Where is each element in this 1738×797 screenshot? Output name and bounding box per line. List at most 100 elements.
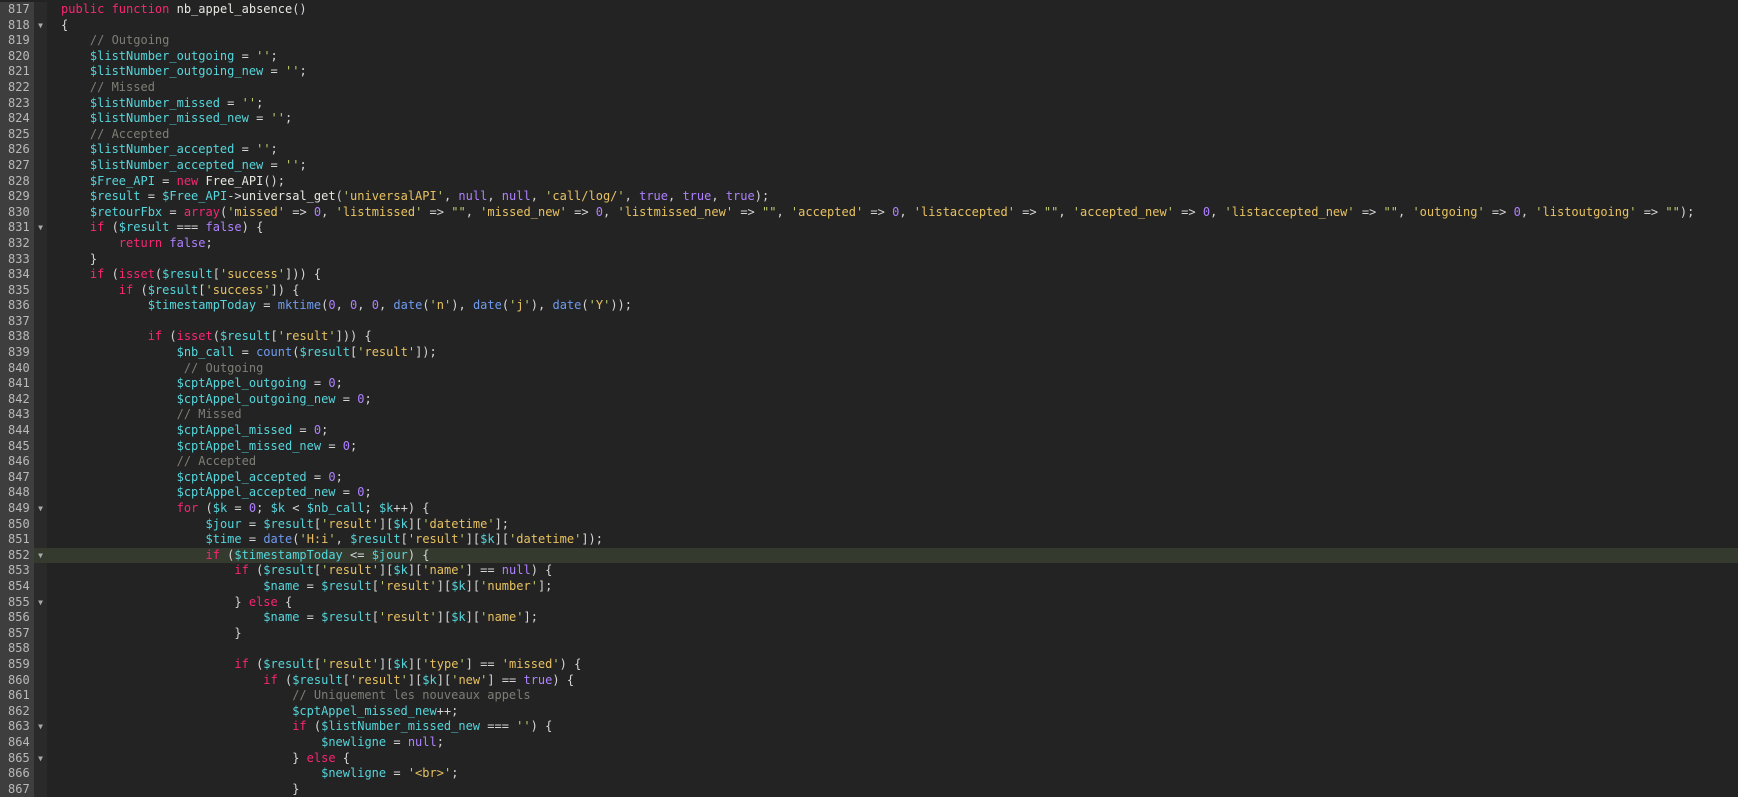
code-line[interactable]: $listNumber_outgoing_new = ''; bbox=[47, 64, 1738, 80]
code-line[interactable]: $cptAppel_missed_new++; bbox=[47, 704, 1738, 720]
code-line[interactable]: // Accepted bbox=[47, 454, 1738, 470]
code-line[interactable]: // Outgoing bbox=[47, 361, 1738, 377]
editor-row: 845 $cptAppel_missed_new = 0; bbox=[0, 438, 1738, 455]
code-line[interactable]: $cptAppel_accepted_new = 0; bbox=[47, 485, 1738, 501]
editor-row: 864 $newligne = null; bbox=[0, 734, 1738, 751]
fold-margin bbox=[34, 313, 47, 330]
code-line[interactable]: $cptAppel_outgoing_new = 0; bbox=[47, 392, 1738, 408]
editor-row: 834 if (isset($result['success'])) { bbox=[0, 267, 1738, 283]
code-line[interactable]: } bbox=[47, 252, 1738, 268]
code-line[interactable]: $listNumber_accepted = ''; bbox=[47, 142, 1738, 158]
line-number: 834 bbox=[0, 267, 34, 283]
code-line[interactable]: $name = $result['result'][$k]['number']; bbox=[47, 579, 1738, 595]
code-line[interactable]: // Uniquement les nouveaux appels bbox=[47, 688, 1738, 704]
fold-margin bbox=[34, 703, 47, 720]
line-number: 820 bbox=[0, 48, 34, 65]
fold-margin bbox=[34, 438, 47, 455]
fold-arrow-icon[interactable]: ▼ bbox=[34, 594, 47, 611]
fold-arrow-icon[interactable]: ▼ bbox=[34, 220, 47, 236]
code-line[interactable]: $newligne = '<br>'; bbox=[47, 766, 1738, 782]
code-line[interactable]: $cptAppel_missed = 0; bbox=[47, 423, 1738, 439]
code-line[interactable]: $listNumber_missed = ''; bbox=[47, 96, 1738, 112]
code-line[interactable]: for ($k = 0; $k < $nb_call; $k++) { bbox=[47, 501, 1738, 517]
code-line[interactable]: if ($result['result'][$k]['name'] == nul… bbox=[47, 563, 1738, 579]
code-line[interactable]: if ($result === false) { bbox=[47, 220, 1738, 236]
code-line[interactable]: if ($result['success']) { bbox=[47, 283, 1738, 299]
line-number: 818 bbox=[0, 17, 34, 34]
editor-row: 865 ▼} else { bbox=[0, 750, 1738, 767]
code-line[interactable]: $name = $result['result'][$k]['name']; bbox=[47, 610, 1738, 626]
fold-margin bbox=[34, 454, 47, 470]
editor-row: 859 if ($result['result'][$k]['type'] == … bbox=[0, 656, 1738, 673]
code-line[interactable]: $result = $Free_API->universal_get('univ… bbox=[47, 189, 1738, 205]
fold-margin bbox=[34, 79, 47, 96]
editor-row: 851 $time = date('H:i', $result['result']… bbox=[0, 532, 1738, 548]
editor-row: 836 $timestampToday = mktime(0, 0, 0, dat… bbox=[0, 298, 1738, 314]
code-line[interactable]: // Missed bbox=[47, 80, 1738, 96]
line-number: 830 bbox=[0, 204, 34, 221]
fold-margin bbox=[34, 469, 47, 486]
code-line[interactable]: $retourFbx = array('missed' => 0, 'listm… bbox=[47, 205, 1738, 221]
code-line[interactable]: $time = date('H:i', $result['result'][$k… bbox=[47, 532, 1738, 548]
code-line[interactable]: $cptAppel_outgoing = 0; bbox=[47, 376, 1738, 392]
line-number: 858 bbox=[0, 641, 34, 657]
editor-row: 828 $Free_API = new Free_API(); bbox=[0, 173, 1738, 190]
editor-row: 857} bbox=[0, 625, 1738, 642]
line-number: 843 bbox=[0, 407, 34, 424]
code-line[interactable]: } else { bbox=[47, 595, 1738, 611]
fold-arrow-icon[interactable]: ▼ bbox=[34, 750, 47, 767]
fold-margin bbox=[34, 95, 47, 112]
code-line[interactable]: // Outgoing bbox=[47, 33, 1738, 49]
line-number: 836 bbox=[0, 298, 34, 314]
line-number: 866 bbox=[0, 766, 34, 782]
fold-arrow-icon[interactable]: ▼ bbox=[34, 547, 47, 564]
code-line[interactable]: $jour = $result['result'][$k]['datetime'… bbox=[47, 517, 1738, 533]
code-line[interactable]: if ($timestampToday <= $jour) { bbox=[47, 547, 1738, 564]
code-line[interactable]: $listNumber_outgoing = ''; bbox=[47, 49, 1738, 65]
line-number: 844 bbox=[0, 423, 34, 439]
code-line[interactable]: $listNumber_accepted_new = ''; bbox=[47, 158, 1738, 174]
fold-arrow-icon[interactable]: ▼ bbox=[34, 719, 47, 735]
code-line[interactable]: } else { bbox=[47, 751, 1738, 767]
code-line[interactable]: return false; bbox=[47, 236, 1738, 252]
line-number: 850 bbox=[0, 516, 34, 533]
editor-row: 827 $listNumber_accepted_new = ''; bbox=[0, 157, 1738, 174]
code-line[interactable]: $newligne = null; bbox=[47, 735, 1738, 751]
code-line[interactable]: if ($listNumber_missed_new === '') { bbox=[47, 719, 1738, 735]
line-number: 862 bbox=[0, 703, 34, 720]
line-number: 839 bbox=[0, 345, 34, 361]
code-line[interactable] bbox=[47, 314, 1738, 330]
code-line[interactable]: if ($result['result'][$k]['new'] == true… bbox=[47, 673, 1738, 689]
editor-row: 824 $listNumber_missed_new = ''; bbox=[0, 111, 1738, 127]
code-line[interactable]: $cptAppel_missed_new = 0; bbox=[47, 439, 1738, 455]
code-line[interactable]: public function nb_appel_absence() bbox=[47, 2, 1738, 18]
code-line[interactable]: $listNumber_missed_new = ''; bbox=[47, 111, 1738, 127]
code-editor[interactable]: 817 public function nb_appel_absence() 818… bbox=[0, 0, 1738, 797]
code-line[interactable]: if ($result['result'][$k]['type'] == 'mi… bbox=[47, 657, 1738, 673]
fold-margin bbox=[34, 391, 47, 408]
line-number: 841 bbox=[0, 376, 34, 392]
code-line[interactable]: $cptAppel_accepted = 0; bbox=[47, 470, 1738, 486]
editor-row: 850 $jour = $result['result'][$k]['dateti… bbox=[0, 516, 1738, 533]
fold-margin bbox=[34, 360, 47, 377]
code-line[interactable]: { bbox=[47, 18, 1738, 34]
line-number: 851 bbox=[0, 532, 34, 548]
fold-margin bbox=[34, 189, 47, 205]
fold-margin bbox=[34, 142, 47, 158]
code-line[interactable]: $timestampToday = mktime(0, 0, 0, date('… bbox=[47, 298, 1738, 314]
fold-margin bbox=[34, 734, 47, 751]
code-line[interactable]: // Missed bbox=[47, 407, 1738, 423]
line-number: 848 bbox=[0, 485, 34, 501]
editor-row: 825 // Accepted bbox=[0, 126, 1738, 143]
fold-arrow-icon[interactable]: ▼ bbox=[34, 17, 47, 34]
code-line[interactable]: if (isset($result['success'])) { bbox=[47, 267, 1738, 283]
code-line[interactable]: } bbox=[47, 782, 1738, 797]
code-line[interactable]: } bbox=[47, 626, 1738, 642]
code-line[interactable]: if (isset($result['result'])) { bbox=[47, 329, 1738, 345]
code-line[interactable] bbox=[47, 641, 1738, 657]
fold-margin bbox=[34, 251, 47, 268]
code-line[interactable]: // Accepted bbox=[47, 127, 1738, 143]
code-line[interactable]: $Free_API = new Free_API(); bbox=[47, 174, 1738, 190]
fold-arrow-icon[interactable]: ▼ bbox=[34, 501, 47, 517]
code-line[interactable]: $nb_call = count($result['result']); bbox=[47, 345, 1738, 361]
